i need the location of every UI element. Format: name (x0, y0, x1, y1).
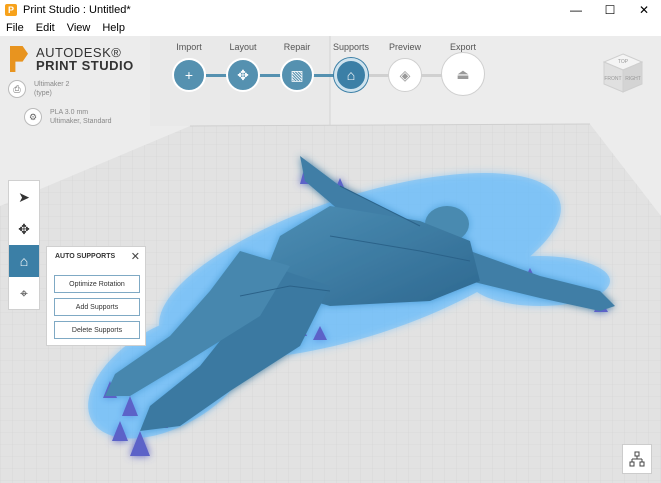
autodesk-logo-icon (10, 46, 28, 72)
step-label-repair: Repair (283, 42, 311, 52)
auto-supports-panel: AUTO SUPPORTS ✕ Optimize Rotation Add Su… (46, 246, 146, 346)
step-preview-button[interactable]: ◈ (388, 58, 422, 92)
printer-selector[interactable]: ⎙ Ultimaker 2 (type) (8, 80, 69, 98)
optimize-rotation-button[interactable]: Optimize Rotation (54, 275, 140, 293)
view-cube[interactable]: TOP FRONT RIGHT (600, 50, 646, 96)
viewcube-top-label[interactable]: TOP (618, 59, 629, 65)
select-tool-button[interactable]: ➤ (9, 181, 39, 213)
step-label-layout: Layout (229, 42, 257, 52)
window-title: Print Studio : Untitled* (23, 4, 131, 16)
window-controls: — ☐ ✕ (559, 0, 661, 20)
printer-type: (type) (34, 90, 52, 97)
viewcube-right-label[interactable]: RIGHT (625, 76, 641, 82)
step-label-import: Import (176, 42, 202, 52)
delete-supports-button[interactable]: Delete Supports (54, 321, 140, 339)
menu-bar: File Edit View Help (0, 20, 661, 36)
step-repair-button[interactable]: ▧ (280, 58, 314, 92)
panel-close-icon[interactable]: ✕ (131, 250, 140, 263)
support-edit-icon: ⌖ (20, 284, 28, 301)
pointer-icon: ➤ (18, 188, 30, 205)
panel-title: AUTO SUPPORTS (55, 253, 116, 260)
move-icon: ✥ (18, 220, 30, 237)
supports-icon: ⌂ (19, 253, 29, 269)
material-name: PLA 3.0 mm (50, 109, 89, 116)
scene-tree-button[interactable] (622, 444, 652, 474)
app-icon: P (5, 4, 17, 16)
hierarchy-icon (629, 451, 645, 467)
maximize-button[interactable]: ☐ (593, 0, 627, 20)
plus-icon: + (184, 67, 194, 83)
step-label-preview: Preview (388, 42, 421, 52)
repair-icon: ▧ (290, 66, 304, 83)
printer-icon: ⎙ (8, 80, 26, 98)
menu-edit[interactable]: Edit (30, 22, 61, 34)
minimize-button[interactable]: — (559, 0, 593, 20)
move-icon: ✥ (237, 66, 249, 83)
layers-icon: ◈ (399, 66, 411, 83)
export-icon: ⏏ (456, 65, 470, 82)
gear-icon: ⚙ (24, 108, 42, 126)
move-tool-button[interactable]: ✥ (9, 213, 39, 245)
step-supports-button[interactable]: ⌂ (334, 58, 368, 92)
supports-tool-button[interactable]: ⌂ (9, 245, 39, 277)
app-logo: AUTODESK® PRINT STUDIO (10, 46, 134, 72)
support-edit-tool-button[interactable]: ⌖ (9, 277, 39, 309)
supports-icon: ⌂ (346, 67, 356, 83)
left-toolbar: ➤ ✥ ⌂ ⌖ (8, 180, 40, 310)
material-profile: Ultimaker, Standard (50, 118, 112, 125)
add-supports-button[interactable]: Add Supports (54, 298, 140, 316)
close-button[interactable]: ✕ (627, 0, 661, 20)
viewcube-front-label[interactable]: FRONT (604, 76, 621, 82)
menu-view[interactable]: View (61, 22, 97, 34)
step-layout-button[interactable]: ✥ (226, 58, 260, 92)
step-label-supports: Supports (332, 42, 370, 52)
step-label-export: Export (449, 42, 476, 52)
logo-product: PRINT STUDIO (36, 58, 134, 73)
menu-file[interactable]: File (0, 22, 30, 34)
title-bar: P Print Studio : Untitled* — ☐ ✕ (0, 0, 661, 20)
step-import-button[interactable]: + (172, 58, 206, 92)
step-export-button[interactable]: ⏏ (441, 52, 485, 96)
printer-name: Ultimaker 2 (34, 81, 70, 88)
menu-help[interactable]: Help (96, 22, 131, 34)
material-selector[interactable]: ⚙ PLA 3.0 mm Ultimaker, Standard (24, 108, 111, 126)
